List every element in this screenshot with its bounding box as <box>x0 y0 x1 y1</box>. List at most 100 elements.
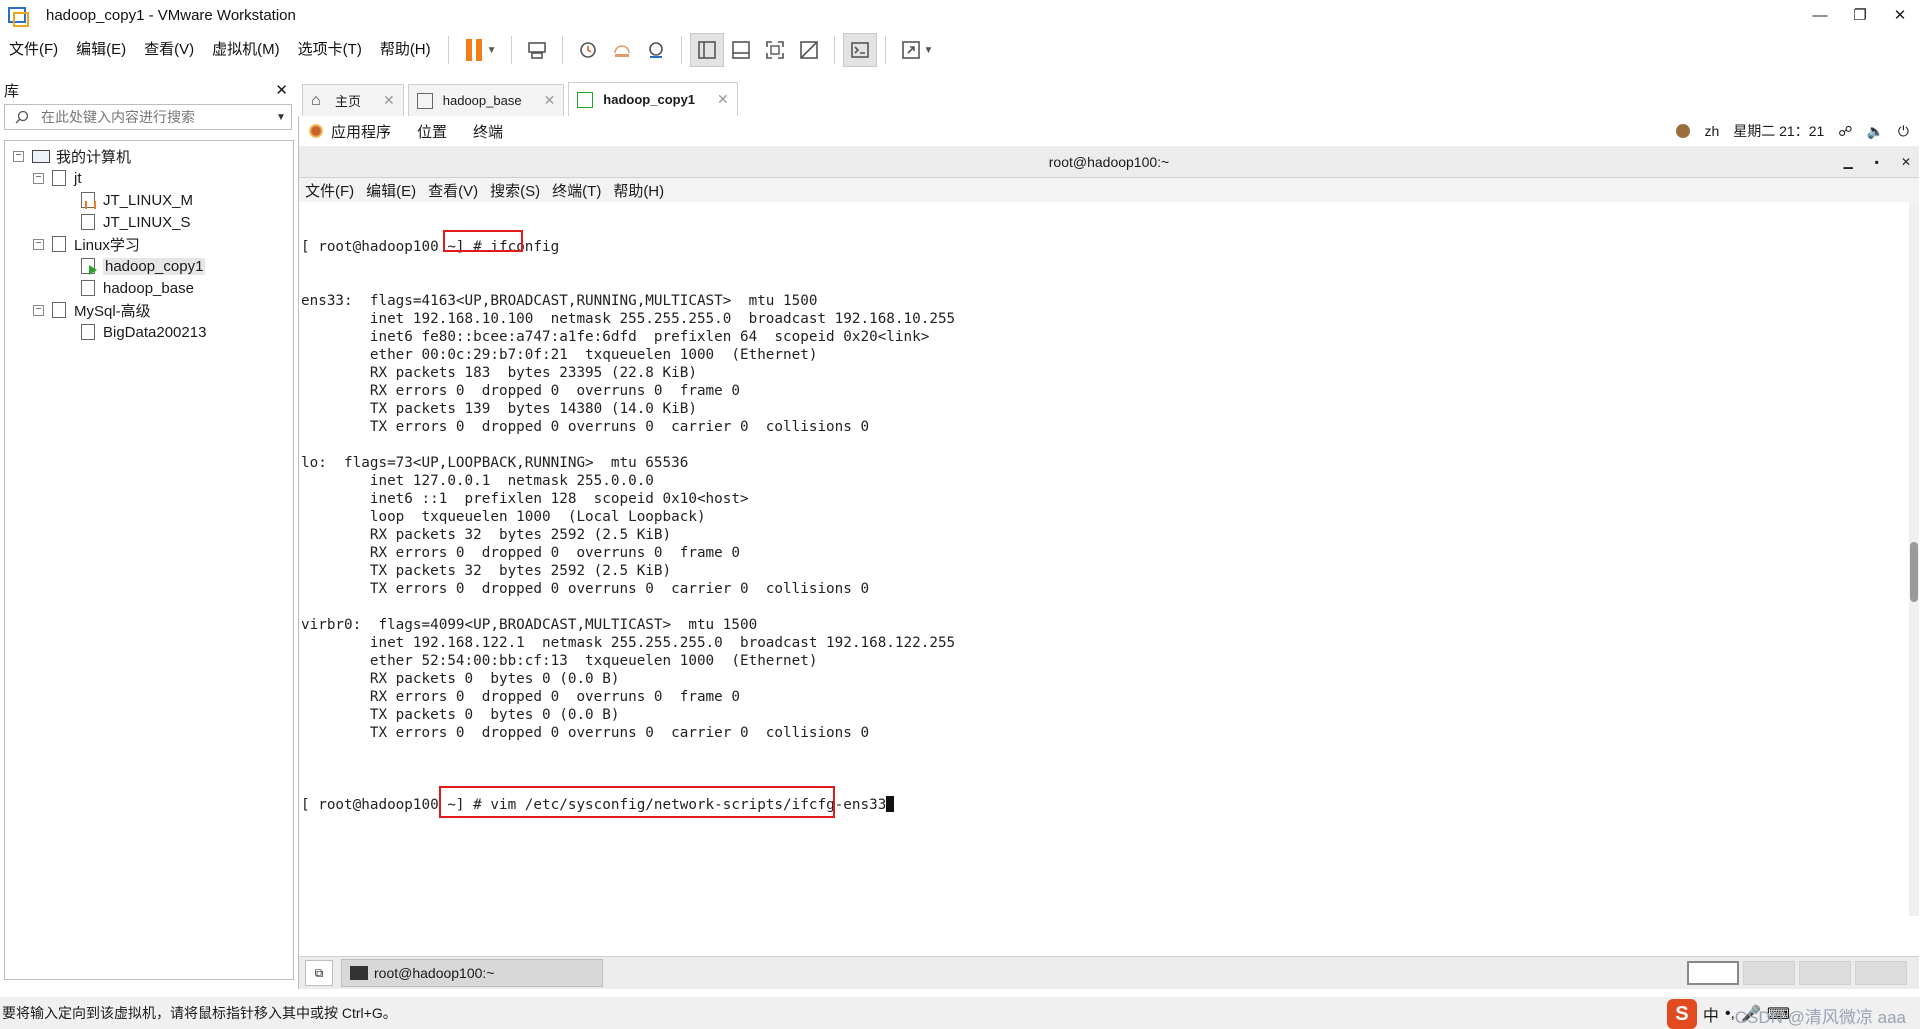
terminal-minimize-icon[interactable]: ▁ <box>1843 155 1852 169</box>
menu-places[interactable]: 位置 <box>417 121 447 142</box>
close-tab-icon[interactable]: ✕ <box>544 92 556 109</box>
taskbar-item-terminal[interactable]: root@hadoop100:~ <box>341 959 603 987</box>
library-search-input[interactable]: 在此处键入内容进行搜索 ▼ <box>4 104 292 130</box>
terminal-output[interactable]: [ root@hadoop100 ~] # ifconfig ens33: fl… <box>299 202 1907 916</box>
workspace-1[interactable] <box>1687 961 1739 985</box>
output-line: inet 192.168.10.100 netmask 255.255.255.… <box>301 311 956 327</box>
snapshot-manager-button[interactable] <box>639 33 673 67</box>
close-tab-icon[interactable]: ✕ <box>383 92 395 109</box>
collapse-icon[interactable]: − <box>33 172 44 184</box>
send-ctrl-alt-del-button[interactable] <box>520 33 554 67</box>
library-close-icon[interactable]: ✕ <box>275 81 288 99</box>
thumbnail-bar-button[interactable] <box>724 33 758 67</box>
tree-item-hadoop-base[interactable]: hadoop_base <box>5 277 293 299</box>
collapse-icon[interactable]: − <box>13 150 24 162</box>
menu-edit[interactable]: 编辑(E) <box>67 30 135 70</box>
minimize-button[interactable]: — <box>1800 0 1840 30</box>
thumbnail-view-icon <box>731 41 750 59</box>
close-tab-icon[interactable]: ✕ <box>717 91 729 108</box>
snapshot-button[interactable] <box>571 33 605 67</box>
input-method-icon[interactable] <box>1676 124 1691 138</box>
pause-dropdown-icon[interactable]: ▼ <box>487 45 497 56</box>
workspace-4[interactable] <box>1855 961 1907 985</box>
menu-tabs[interactable]: 选项卡(T) <box>289 30 371 70</box>
toolbar-separator <box>680 36 682 64</box>
tree-item-bigdata[interactable]: BigData200213 <box>5 321 293 343</box>
tab-hadoop-copy1[interactable]: hadoop_copy1 ✕ <box>568 82 738 116</box>
search-dropdown-icon[interactable]: ▼ <box>271 112 291 123</box>
collapse-icon[interactable]: − <box>33 238 44 250</box>
ime-punctuation-icon[interactable]: •, <box>1725 1005 1735 1023</box>
tab-hadoop-base[interactable]: hadoop_base ✕ <box>407 84 565 116</box>
watermark: CSDN @清风微凉 aaa <box>1734 1008 1906 1027</box>
volume-icon[interactable]: 🔈 <box>1866 123 1883 140</box>
console-view-button[interactable] <box>842 33 877 67</box>
tree-group-jt[interactable]: − jt <box>5 167 293 189</box>
tab-bar: ⌂ 主页 ✕ hadoop_base ✕ hadoop_copy1 ✕ <box>302 82 742 116</box>
menu-help[interactable]: 帮助(H) <box>371 30 440 70</box>
vm-icon <box>81 280 95 296</box>
highlight-box <box>443 230 523 252</box>
tree-item-jt-linux-m[interactable]: JT_LINUX_M <box>5 189 293 211</box>
collapse-icon[interactable]: − <box>33 304 44 316</box>
stretch-dropdown-icon[interactable]: ▼ <box>924 45 934 56</box>
toolbar-separator <box>510 36 512 64</box>
workspace-2[interactable] <box>1743 961 1795 985</box>
output-line: lo: flags=73<UP,LOOPBACK,RUNNING> mtu 65… <box>301 455 689 471</box>
menu-terminal[interactable]: 终端 <box>473 121 503 142</box>
menu-vm[interactable]: 虚拟机(M) <box>203 30 289 70</box>
snapshot-icon <box>579 42 596 58</box>
pause-button[interactable] <box>457 33 491 67</box>
tree-item-jt-linux-s[interactable]: JT_LINUX_S <box>5 211 293 233</box>
ime-mode[interactable]: 中 <box>1703 1002 1719 1026</box>
menu-file[interactable]: 文件(F) <box>0 30 67 70</box>
tree-label: Linux学习 <box>74 236 140 254</box>
term-menu-edit[interactable]: 编辑(E) <box>360 180 422 201</box>
workspace-3[interactable] <box>1799 961 1851 985</box>
tree-item-hadoop-copy1[interactable]: hadoop_copy1 <box>5 255 293 277</box>
folder-icon <box>52 236 66 252</box>
terminal-command-line: [ root@hadoop100 ~] # vim /etc/sysconfig… <box>301 786 1907 818</box>
tab-home[interactable]: ⌂ 主页 ✕ <box>302 84 404 116</box>
window-title: hadoop_copy1 - VMware Workstation <box>46 6 296 24</box>
language-indicator[interactable]: zh <box>1704 123 1719 139</box>
show-desktop-button[interactable]: ⧉ <box>305 960 333 986</box>
terminal-scrollbar[interactable] <box>1909 202 1919 916</box>
tree-item-my-computer[interactable]: − 我的计算机 <box>5 145 293 167</box>
power-icon[interactable]: ⏻ <box>1898 123 1909 140</box>
term-menu-search[interactable]: 搜索(S) <box>484 180 546 201</box>
unity-button[interactable] <box>792 33 826 67</box>
output-line: ens33: flags=4163<UP,BROADCAST,RUNNING,M… <box>301 293 818 309</box>
term-menu-terminal[interactable]: 终端(T) <box>546 180 607 201</box>
stretch-icon <box>901 41 920 59</box>
terminal-close-icon[interactable]: ✕ <box>1901 155 1911 169</box>
tree-group-mysql[interactable]: − MySql-高级 <box>5 299 293 321</box>
terminal-maximize-icon[interactable]: ▪ <box>1875 155 1879 169</box>
term-menu-view[interactable]: 查看(V) <box>422 180 484 201</box>
stretch-guest-button[interactable] <box>894 33 928 67</box>
show-library-button[interactable] <box>689 33 724 67</box>
term-menu-help[interactable]: 帮助(H) <box>607 180 670 201</box>
terminal-window[interactable]: root@hadoop100:~ ▁ ▪ ✕ 文件(F) 编辑(E) 查看(V)… <box>299 146 1919 956</box>
tree-group-linux[interactable]: − Linux学习 <box>5 233 293 255</box>
sogou-ime-icon[interactable]: S <box>1666 999 1697 1029</box>
tree-label: hadoop_copy1 <box>103 257 206 275</box>
gnome-top-bar: 应用程序 位置 终端 zh 星期二 21：21 ☍ 🔈 ⏻ <box>299 116 1919 146</box>
menu-applications[interactable]: 应用程序 <box>331 121 391 142</box>
output-line: ether 52:54:00:bb:cf:13 txqueuelen 1000 … <box>301 653 818 669</box>
clock[interactable]: 星期二 21：21 <box>1733 121 1824 141</box>
close-button[interactable]: ✕ <box>1880 0 1920 30</box>
tree-label: BigData200213 <box>103 323 207 341</box>
vm-console[interactable]: 应用程序 位置 终端 zh 星期二 21：21 ☍ 🔈 ⏻ root@hadoo… <box>298 116 1919 989</box>
network-icon[interactable]: ☍ <box>1838 123 1852 140</box>
menu-view[interactable]: 查看(V) <box>135 30 203 70</box>
full-screen-button[interactable] <box>758 33 792 67</box>
toolbar-separator <box>561 36 563 64</box>
scrollbar-thumb[interactable] <box>1910 542 1918 602</box>
term-menu-file[interactable]: 文件(F) <box>299 180 360 201</box>
restore-button[interactable]: ❐ <box>1840 0 1880 30</box>
revert-snapshot-button[interactable] <box>605 33 639 67</box>
keyboard-icon <box>527 42 546 59</box>
tree-label: jt <box>74 169 82 187</box>
applications-menu[interactable]: 应用程序 <box>309 121 417 142</box>
